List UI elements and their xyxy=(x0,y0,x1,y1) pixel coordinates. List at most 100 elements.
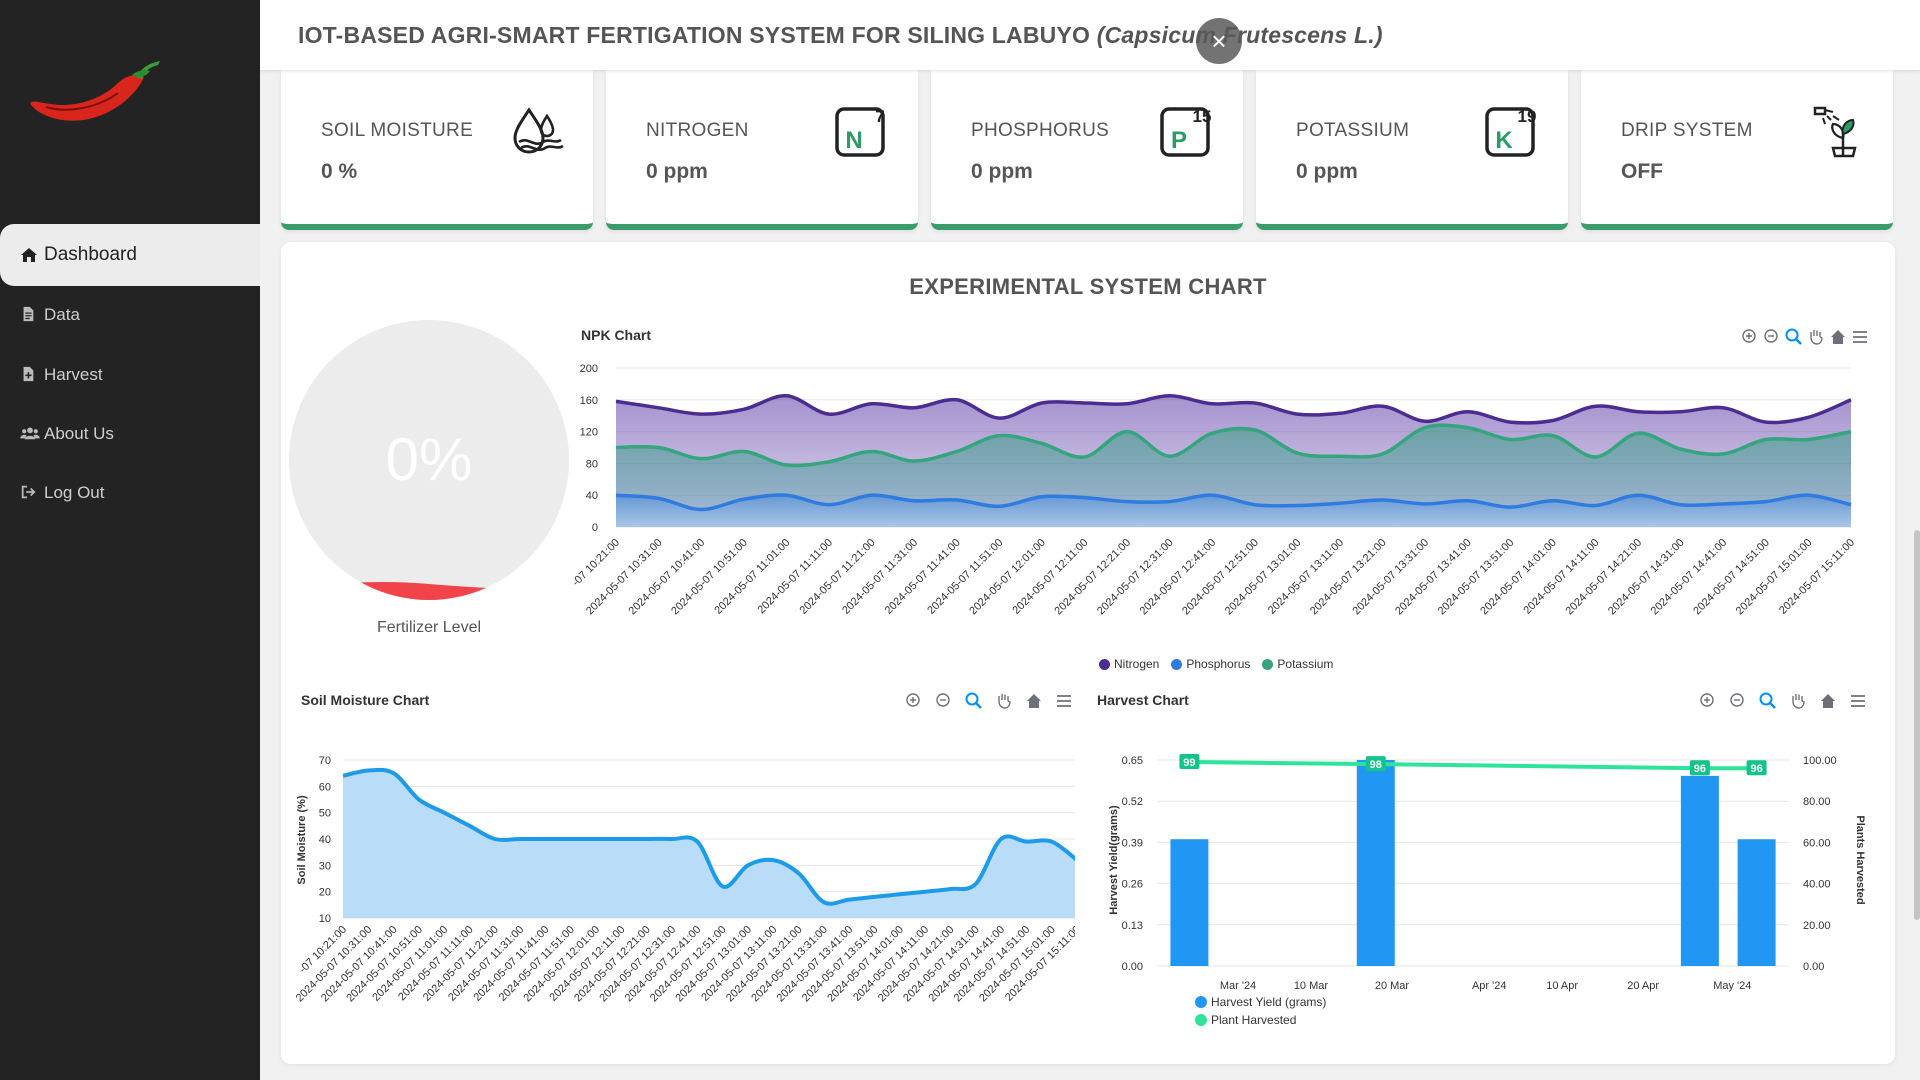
reset-home-icon[interactable] xyxy=(1817,690,1839,712)
potassium-element-icon: K 19 xyxy=(1485,107,1536,157)
card-label: POTASSIUM xyxy=(1296,120,1410,141)
soil-moisture-chart-toolbar xyxy=(903,690,1075,712)
menu-icon[interactable] xyxy=(1849,326,1871,348)
zoom-out-icon[interactable] xyxy=(933,690,955,712)
legend-item-potassium[interactable]: Potassium xyxy=(1262,657,1333,671)
sm-y-tick: 40 xyxy=(319,834,331,846)
sidebar-item-dashboard[interactable]: Dashboard xyxy=(0,224,260,286)
svg-text:N: N xyxy=(845,127,862,154)
npk-x-tick: 2024-05-07 15:11:00 xyxy=(1777,537,1857,617)
hv-x-tick: May '24 xyxy=(1713,980,1751,992)
hv-x-tick: 20 Apr xyxy=(1627,980,1659,992)
hv-legend-label: Harvest Yield (grams) xyxy=(1211,995,1326,1009)
pan-hand-icon[interactable] xyxy=(993,690,1015,712)
npk-x-tick: 2024-05-07 14:41:00 xyxy=(1649,537,1730,618)
soil-moisture-chart: 10203040506070Soil Moisture (%)-07 10:21… xyxy=(294,755,1075,1004)
npk-x-tick: 2024-05-07 11:31:00 xyxy=(840,537,920,617)
npk-y-tick: 80 xyxy=(586,458,598,470)
harvest-chart-title: Harvest Chart xyxy=(1097,692,1189,708)
npk-x-tick: 2024-05-07 11:51:00 xyxy=(925,537,1005,617)
gauge-fill xyxy=(289,582,569,600)
hv-bar xyxy=(1170,839,1209,966)
sm-y-tick: 10 xyxy=(319,913,331,925)
home-icon xyxy=(20,246,38,264)
zoom-out-icon[interactable] xyxy=(1761,326,1783,348)
hv-y2-tick: 80.00 xyxy=(1803,796,1831,808)
sidebar-item-harvest[interactable]: Harvest xyxy=(0,344,260,406)
hv-y2-tick: 100.00 xyxy=(1803,755,1837,767)
npk-y-tick: 120 xyxy=(580,427,598,439)
svg-text:P: P xyxy=(1171,127,1187,154)
hv-y2-tick: 0.00 xyxy=(1803,961,1824,973)
pan-hand-icon[interactable] xyxy=(1787,690,1809,712)
card-value: OFF xyxy=(1621,160,1663,183)
drip-system-card: DRIP SYSTEM OFF xyxy=(1581,70,1893,230)
hv-y-axis-label: Harvest Yield(grams) xyxy=(1108,805,1120,915)
fertilizer-gauge: 0% xyxy=(289,320,569,600)
hv-bar xyxy=(1680,775,1719,966)
sm-area xyxy=(343,769,1075,918)
page-scrollbar[interactable] xyxy=(1914,530,1920,920)
reset-home-icon[interactable] xyxy=(1827,326,1849,348)
npk-x-tick: 2024-05-07 10:31:00 xyxy=(584,537,665,618)
hv-data-label: 99 xyxy=(1183,757,1195,769)
pan-hand-icon[interactable] xyxy=(1805,326,1827,348)
npk-y-tick: 200 xyxy=(580,363,598,375)
gauge-label: Fertilizer Level xyxy=(376,619,482,636)
hv-y-tick: 0.52 xyxy=(1122,796,1143,808)
reset-home-icon[interactable] xyxy=(1023,690,1045,712)
hv-y2-tick: 60.00 xyxy=(1803,837,1831,849)
hv-y2-axis-label: Plants Harvested xyxy=(1854,815,1866,904)
zoom-in-icon[interactable] xyxy=(1697,690,1719,712)
legend-item-nitrogen[interactable]: Nitrogen xyxy=(1099,657,1159,671)
card-value: 0 ppm xyxy=(1296,160,1358,183)
npk-x-tick: 2024-05-07 11:11:00 xyxy=(755,537,835,617)
sidebar-item-log-out[interactable]: Log Out xyxy=(0,462,260,524)
close-icon: × xyxy=(1211,26,1227,56)
svg-text:7: 7 xyxy=(875,107,884,126)
npk-x-tick: 2024-05-07 13:11:00 xyxy=(1266,537,1346,617)
selection-zoom-icon[interactable] xyxy=(1757,690,1779,712)
npk-x-tick: 2024-05-07 13:01:00 xyxy=(1223,537,1304,618)
sidebar-item-label: Dashboard xyxy=(44,244,137,265)
sidebar-item-label: Data xyxy=(44,305,80,324)
zoom-in-icon[interactable] xyxy=(1739,326,1761,348)
panel-title: EXPERIMENTAL SYSTEM CHART xyxy=(909,274,1267,299)
drip-sprinkler-icon xyxy=(1813,106,1857,158)
experimental-chart-panel: EXPERIMENTAL SYSTEM CHART 0% Fertilizer … xyxy=(281,242,1895,1064)
sidebar-item-data[interactable]: Data xyxy=(0,284,260,346)
menu-icon[interactable] xyxy=(1847,690,1869,712)
hv-data-label: 96 xyxy=(1750,763,1762,775)
legend-item-phosphorus[interactable]: Phosphorus xyxy=(1171,657,1250,671)
sidebar-item-about-us[interactable]: About Us xyxy=(0,403,260,465)
top-header: IOT-BASED AGRI-SMART FERTIGATION SYSTEM … xyxy=(260,0,1920,70)
phosphorus-element-icon: P 15 xyxy=(1160,107,1211,157)
hv-y-tick: 0.13 xyxy=(1122,920,1143,932)
npk-x-tick: 2024-05-07 11:21:00 xyxy=(798,537,878,617)
close-button[interactable]: × xyxy=(1196,18,1242,64)
chili-logo xyxy=(30,61,160,121)
menu-icon[interactable] xyxy=(1053,690,1075,712)
sm-y-tick: 20 xyxy=(319,887,331,899)
hv-y-tick: 0.00 xyxy=(1122,961,1143,973)
card-label: DRIP SYSTEM xyxy=(1621,120,1753,141)
nitrogen-element-icon: N 7 xyxy=(835,107,885,157)
zoom-out-icon[interactable] xyxy=(1727,690,1749,712)
logout-icon xyxy=(20,484,38,502)
hv-y2-tick: 20.00 xyxy=(1803,920,1831,932)
hv-bar xyxy=(1356,760,1395,966)
npk-x-tick: 2024-05-07 14:31:00 xyxy=(1606,537,1687,618)
harvest-chart-toolbar xyxy=(1697,690,1869,712)
potassium-card: POTASSIUM 0 ppm K 19 xyxy=(1256,70,1568,230)
zoom-in-icon[interactable] xyxy=(903,690,925,712)
sidebar: Dashboard Data Harvest About Us Log Out xyxy=(0,0,260,1080)
hv-legend-label: Plant Harvested xyxy=(1211,1013,1296,1027)
sm-y-tick: 50 xyxy=(319,808,331,820)
npk-x-tick: 2024-05-07 11:01:00 xyxy=(712,537,792,617)
selection-zoom-icon[interactable] xyxy=(963,690,985,712)
selection-zoom-icon[interactable] xyxy=(1783,326,1805,348)
npk-y-tick: 160 xyxy=(580,395,598,407)
npk-x-tick: 2024-05-07 12:51:00 xyxy=(1180,537,1261,618)
card-value: 0 % xyxy=(321,160,358,183)
nitrogen-card: NITROGEN 0 ppm N 7 xyxy=(606,70,918,230)
